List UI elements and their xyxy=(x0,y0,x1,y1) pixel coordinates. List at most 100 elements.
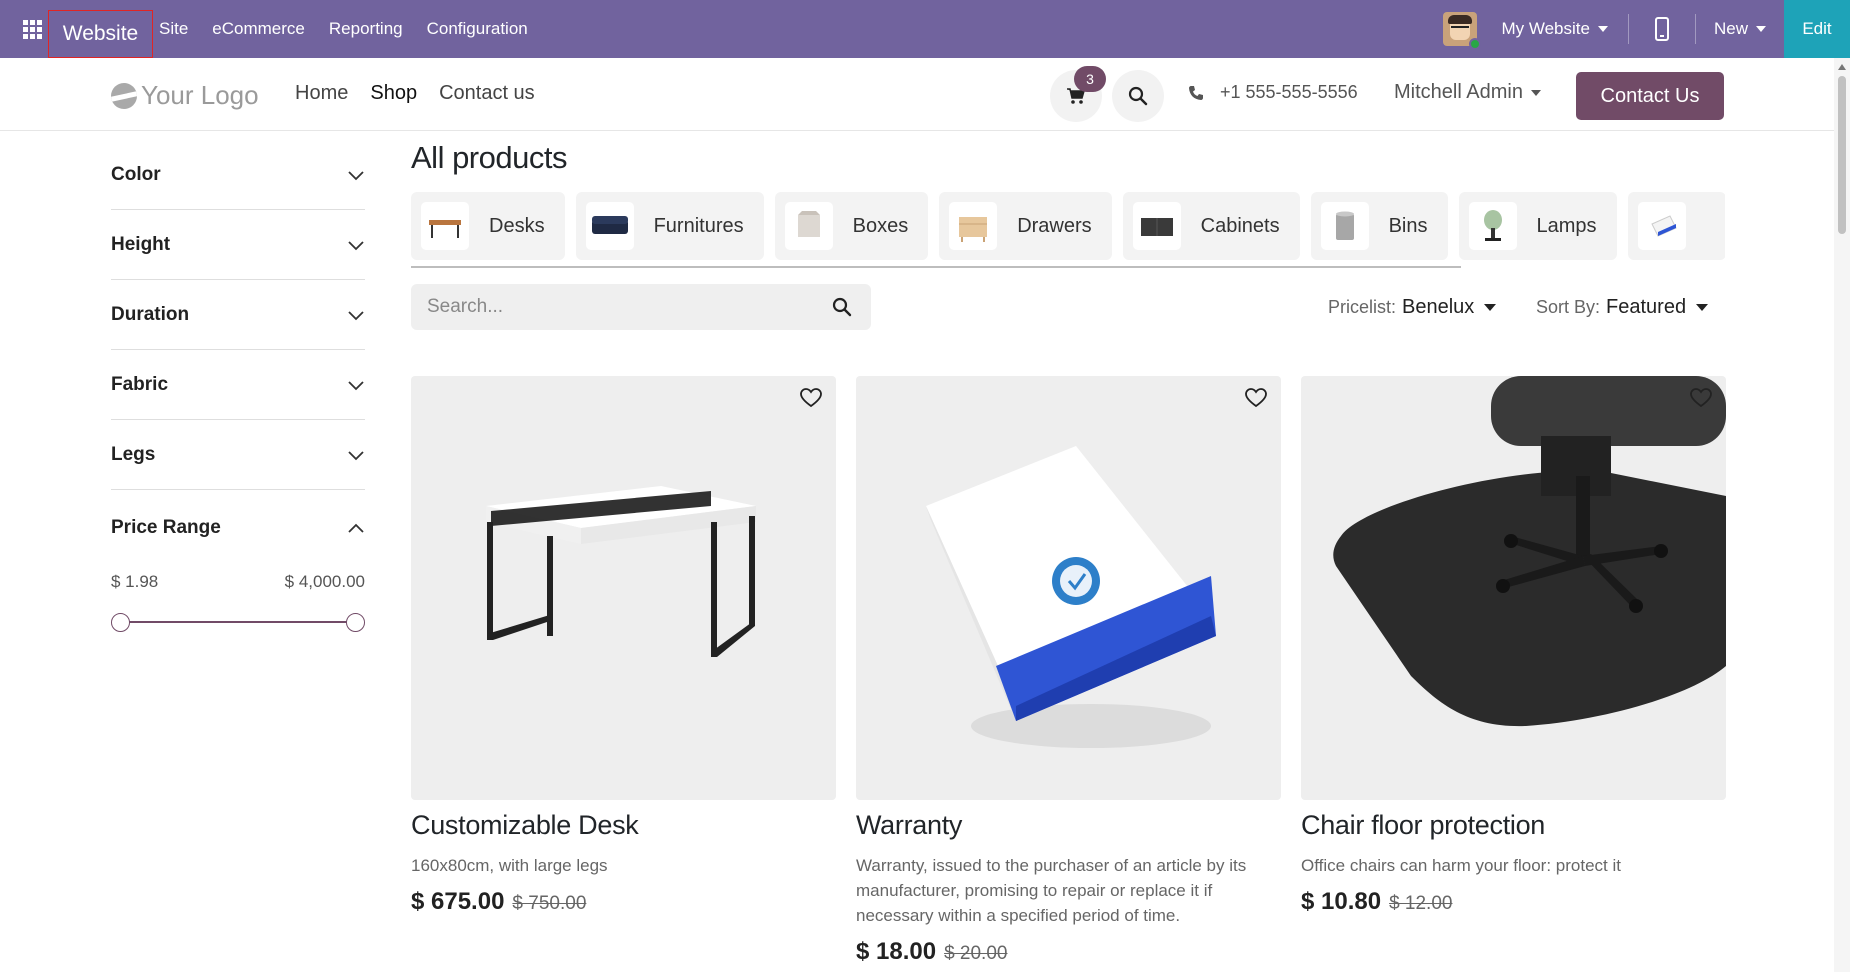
slider-min-handle[interactable] xyxy=(111,613,130,632)
category-lamps[interactable]: Lamps xyxy=(1458,192,1617,260)
category-cabinets[interactable]: Cabinets xyxy=(1122,192,1300,260)
menu-site[interactable]: Site xyxy=(159,19,188,39)
chevron-down-icon xyxy=(348,450,364,460)
category-strip[interactable]: Desks Furnitures Boxes Drawers Cabinets … xyxy=(411,192,1725,270)
filter-color[interactable]: Color xyxy=(111,140,365,210)
filter-legs[interactable]: Legs xyxy=(111,420,365,490)
menu-reporting[interactable]: Reporting xyxy=(329,19,403,39)
product-image[interactable] xyxy=(411,376,836,800)
product-name[interactable]: Chair floor protection xyxy=(1301,810,1726,841)
mobile-preview-button[interactable] xyxy=(1629,0,1695,58)
product-image[interactable] xyxy=(1301,376,1726,800)
new-label: New xyxy=(1713,19,1748,38)
page-scrollbar[interactable] xyxy=(1834,58,1850,972)
category-desks[interactable]: Desks xyxy=(411,192,565,260)
nav-shop[interactable]: Shop xyxy=(370,82,417,105)
site-logo[interactable]: Your Logo xyxy=(111,80,259,111)
search-input[interactable] xyxy=(411,296,813,318)
user-menu-dropdown[interactable]: Mitchell Admin xyxy=(1394,81,1541,104)
app-name-website[interactable]: Website xyxy=(48,10,153,58)
filter-label: Height xyxy=(111,233,171,255)
category-furnitures[interactable]: Furnitures xyxy=(575,192,764,260)
desk-thumbnail xyxy=(421,202,469,250)
pricelist-value: Benelux xyxy=(1402,296,1475,318)
filters-sidebar: Color Height Duration Fabric Legs Price … xyxy=(111,140,365,634)
caret-down-icon xyxy=(1530,89,1541,96)
header-phone[interactable]: +1 555-555-5556 xyxy=(1188,82,1358,103)
category-label: Desks xyxy=(489,214,545,237)
chevron-up-icon xyxy=(348,523,364,533)
backend-navbar: Website Site eCommerce Reporting Configu… xyxy=(0,0,1850,58)
lamp-thumbnail xyxy=(1468,202,1517,250)
edit-button[interactable]: Edit xyxy=(1784,0,1850,58)
price-range-slider[interactable] xyxy=(111,610,365,634)
sort-value: Featured xyxy=(1606,296,1687,318)
nav-contact-us[interactable]: Contact us xyxy=(439,82,535,105)
product-name[interactable]: Customizable Desk xyxy=(411,810,836,841)
product-image[interactable] xyxy=(856,376,1281,800)
new-content-button[interactable]: New xyxy=(1696,0,1784,58)
contact-us-button[interactable]: Contact Us xyxy=(1576,72,1724,120)
price-min: $ 1.98 xyxy=(111,572,159,591)
product-description: Office chairs can harm your floor: prote… xyxy=(1301,856,1621,875)
product-card[interactable]: Chair floor protection Office chairs can… xyxy=(1301,376,1726,966)
menu-configuration[interactable]: Configuration xyxy=(427,19,528,39)
category-more[interactable] xyxy=(1627,192,1725,260)
category-boxes[interactable]: Boxes xyxy=(774,192,929,260)
slider-max-handle[interactable] xyxy=(346,613,365,632)
chevron-down-icon xyxy=(348,310,364,320)
filter-label: Duration xyxy=(111,303,190,325)
slider-track xyxy=(119,621,357,623)
product-name[interactable]: Warranty xyxy=(856,810,1281,841)
heart-icon[interactable] xyxy=(1245,388,1267,408)
nav-home[interactable]: Home xyxy=(295,82,348,105)
cart-count-badge: 3 xyxy=(1074,66,1106,92)
pricelist-label: Pricelist: xyxy=(1328,297,1397,317)
caret-down-icon xyxy=(1484,304,1497,311)
user-name: Mitchell Admin xyxy=(1394,81,1523,103)
my-website-label: My Website xyxy=(1501,19,1590,38)
box-thumbnail xyxy=(784,202,833,250)
filter-label: Color xyxy=(111,163,161,185)
chevron-down-icon xyxy=(348,170,364,180)
sort-dropdown[interactable]: Sort By: Featured xyxy=(1536,296,1709,319)
filter-fabric[interactable]: Fabric xyxy=(111,350,365,420)
category-label: Drawers xyxy=(1017,214,1092,237)
filter-price-range[interactable]: Price Range xyxy=(111,490,365,566)
user-avatar[interactable] xyxy=(1443,12,1482,50)
my-website-dropdown[interactable]: My Website xyxy=(1501,19,1608,39)
online-status-dot xyxy=(1469,38,1482,50)
current-price: $ 18.00 xyxy=(856,938,937,965)
filter-height[interactable]: Height xyxy=(111,210,365,280)
category-drawers[interactable]: Drawers xyxy=(939,192,1112,260)
category-bins[interactable]: Bins xyxy=(1310,192,1448,260)
search-submit-button[interactable] xyxy=(813,297,871,317)
product-card[interactable]: Warranty Warranty, issued to the purchas… xyxy=(856,376,1281,966)
search-icon xyxy=(1128,86,1148,106)
phone-number: +1 555-555-5556 xyxy=(1220,82,1358,102)
caret-down-icon xyxy=(1597,26,1608,32)
heart-icon[interactable] xyxy=(1690,388,1712,408)
product-card[interactable]: Customizable Desk 160x80cm, with large l… xyxy=(411,376,836,966)
pricelist-dropdown[interactable]: Pricelist: Benelux xyxy=(1328,296,1497,319)
category-label: Cabinets xyxy=(1200,214,1280,237)
caret-down-icon xyxy=(1696,304,1709,311)
warranty-box-illustration xyxy=(926,446,1216,748)
heart-icon[interactable] xyxy=(800,388,822,408)
filter-label: Fabric xyxy=(111,373,169,395)
header-search-button[interactable] xyxy=(1112,70,1164,122)
scroll-thumb[interactable] xyxy=(1838,76,1846,234)
scroll-up-arrow-icon[interactable] xyxy=(1838,64,1846,70)
site-nav: Home Shop Contact us xyxy=(295,82,557,105)
search-icon xyxy=(832,297,852,317)
filter-duration[interactable]: Duration xyxy=(111,280,365,350)
current-price: $ 10.80 xyxy=(1301,888,1382,915)
current-price: $ 675.00 xyxy=(411,888,505,915)
logo-text: Your Logo xyxy=(141,80,259,110)
category-label: Lamps xyxy=(1536,214,1597,237)
chair-mat-illustration xyxy=(1333,376,1726,727)
website-header: Your Logo Home Shop Contact us 3 +1 555-… xyxy=(0,58,1834,131)
price-max: $ 4,000.00 xyxy=(284,572,365,591)
menu-ecommerce[interactable]: eCommerce xyxy=(212,19,305,39)
desk-illustration xyxy=(486,486,756,657)
